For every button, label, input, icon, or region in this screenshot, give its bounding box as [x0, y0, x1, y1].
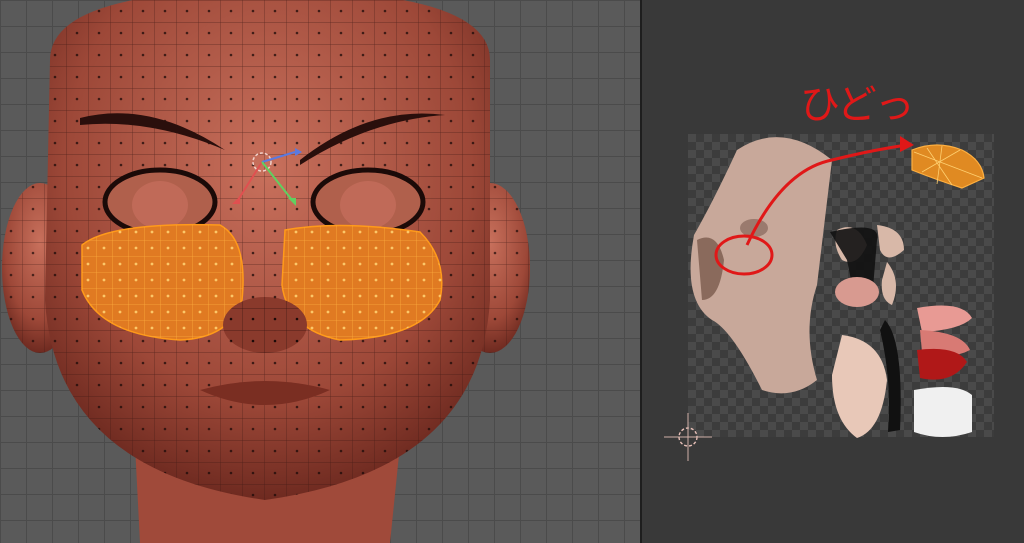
head-mesh	[2, 0, 530, 543]
uv-lip-island	[917, 305, 972, 332]
uv-neck-island	[832, 335, 887, 438]
uv-image-editor[interactable]: ひどっ	[642, 0, 1024, 543]
uv-selected-island[interactable]	[911, 144, 985, 189]
uv-teeth-island	[914, 386, 972, 437]
annotation-text: ひどっ	[800, 82, 915, 128]
cursor-crosshair-icon[interactable]	[664, 413, 712, 461]
3d-viewport[interactable]	[0, 0, 640, 543]
